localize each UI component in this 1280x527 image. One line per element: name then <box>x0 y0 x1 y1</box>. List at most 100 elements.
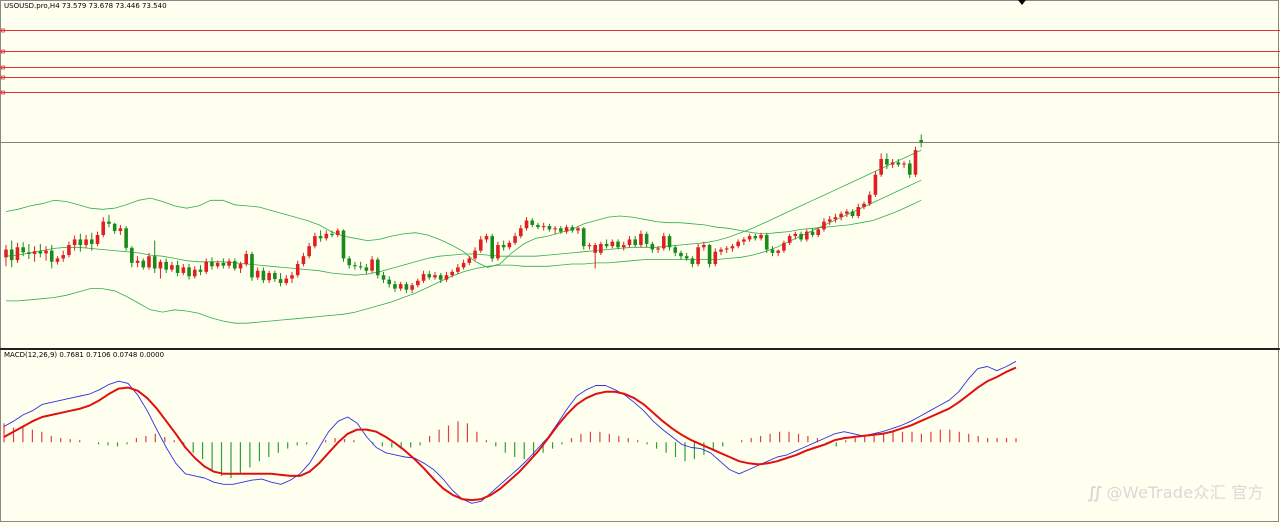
candle-body <box>215 262 220 267</box>
candle-body <box>667 236 672 248</box>
candle-body <box>890 162 895 165</box>
candle-body <box>404 284 409 290</box>
candle-body <box>753 236 758 239</box>
macd-header: MACD(12,26,9) 0.7681 0.7106 0.0748 0.000… <box>4 351 165 359</box>
candle-body <box>644 233 649 244</box>
candle-body <box>633 239 637 246</box>
candle-body <box>107 221 111 224</box>
candle-body <box>433 275 437 278</box>
candle-body <box>32 251 37 254</box>
candle-body <box>913 150 918 175</box>
chart-shift-marker[interactable] <box>1018 0 1026 5</box>
candle-body <box>639 233 643 246</box>
candle-body <box>313 236 317 247</box>
candle-body <box>501 245 506 248</box>
candle-body <box>793 233 798 237</box>
candle-body <box>347 258 351 266</box>
candle-body <box>244 253 249 265</box>
candle-body <box>461 262 466 268</box>
candle-body <box>856 207 861 216</box>
candle-body <box>547 226 552 230</box>
candle-body <box>662 236 666 249</box>
candle-body <box>444 275 449 280</box>
candle-body <box>398 284 403 289</box>
ohlc-values: 73.579 73.678 73.446 73.540 <box>61 2 167 10</box>
candle-body <box>559 228 563 232</box>
chart-canvas[interactable] <box>0 0 1280 523</box>
candle-body <box>152 256 157 269</box>
candle-body <box>410 285 414 290</box>
candle-body <box>147 256 151 268</box>
candle-body <box>164 261 168 270</box>
candle-body <box>805 231 809 240</box>
candle-body <box>599 243 603 253</box>
candle-body <box>341 230 346 259</box>
candle-body <box>90 239 94 244</box>
candle-body <box>850 211 855 216</box>
candle-body <box>593 245 597 253</box>
candle-body <box>130 247 134 263</box>
candle-body <box>782 242 786 251</box>
candle-body <box>101 221 106 235</box>
candle-body <box>393 284 397 289</box>
candle-body <box>72 239 77 246</box>
candle-body <box>519 228 523 237</box>
candle-body <box>141 260 146 268</box>
candle-body <box>907 163 912 175</box>
candle-body <box>250 253 254 278</box>
candle-body <box>879 159 883 175</box>
candle-body <box>181 267 186 273</box>
candle-body <box>44 250 48 254</box>
candle-body <box>227 261 231 266</box>
candle-body <box>290 275 294 279</box>
candle-body <box>473 250 477 259</box>
candle-body <box>21 247 25 253</box>
candle-body <box>261 270 266 281</box>
candle-body <box>587 245 592 247</box>
candle-body <box>764 234 769 250</box>
candle-body <box>210 261 214 267</box>
candle-body <box>221 262 226 266</box>
candle-body <box>507 242 512 248</box>
candle-body <box>301 256 306 265</box>
candle-body <box>238 264 243 269</box>
candle-body <box>524 220 529 229</box>
candle-body <box>873 174 878 195</box>
candle-body <box>484 236 489 240</box>
candle-body <box>192 269 197 277</box>
candle-body <box>370 259 374 271</box>
candle-body <box>233 261 237 269</box>
candle-body <box>570 227 575 231</box>
candle-body <box>902 163 906 165</box>
candle-body <box>827 219 832 222</box>
candle-body <box>61 255 65 259</box>
candle-body <box>627 239 632 246</box>
candle-body <box>885 159 889 165</box>
candle-body <box>438 275 443 280</box>
trading-chart: USOUSD.pro,H4 73.579 73.678 73.446 73.54… <box>0 0 1280 523</box>
candle-body <box>919 140 923 143</box>
watermark-text: @WeTrade众汇 官方 <box>1106 483 1264 502</box>
candle-body <box>170 265 174 270</box>
candle-body <box>776 250 780 253</box>
candle-body <box>416 280 420 286</box>
candle-body <box>673 247 678 253</box>
candle-body <box>478 239 483 251</box>
candle-body <box>702 245 706 248</box>
candle-body <box>810 231 815 235</box>
candle-body <box>95 234 100 244</box>
candle-body <box>896 162 901 165</box>
candle-body <box>490 236 494 259</box>
candle-body <box>610 241 615 247</box>
candle-body <box>656 248 660 250</box>
candle-body <box>55 258 60 262</box>
candle-body <box>862 203 866 208</box>
candle-body <box>730 246 735 249</box>
candle-body <box>67 245 71 256</box>
candle-body <box>353 265 357 267</box>
candle-body <box>381 275 386 280</box>
candle-body <box>799 233 803 240</box>
candle-body <box>324 233 329 239</box>
candle-body <box>267 272 271 281</box>
candle-body <box>684 256 689 259</box>
